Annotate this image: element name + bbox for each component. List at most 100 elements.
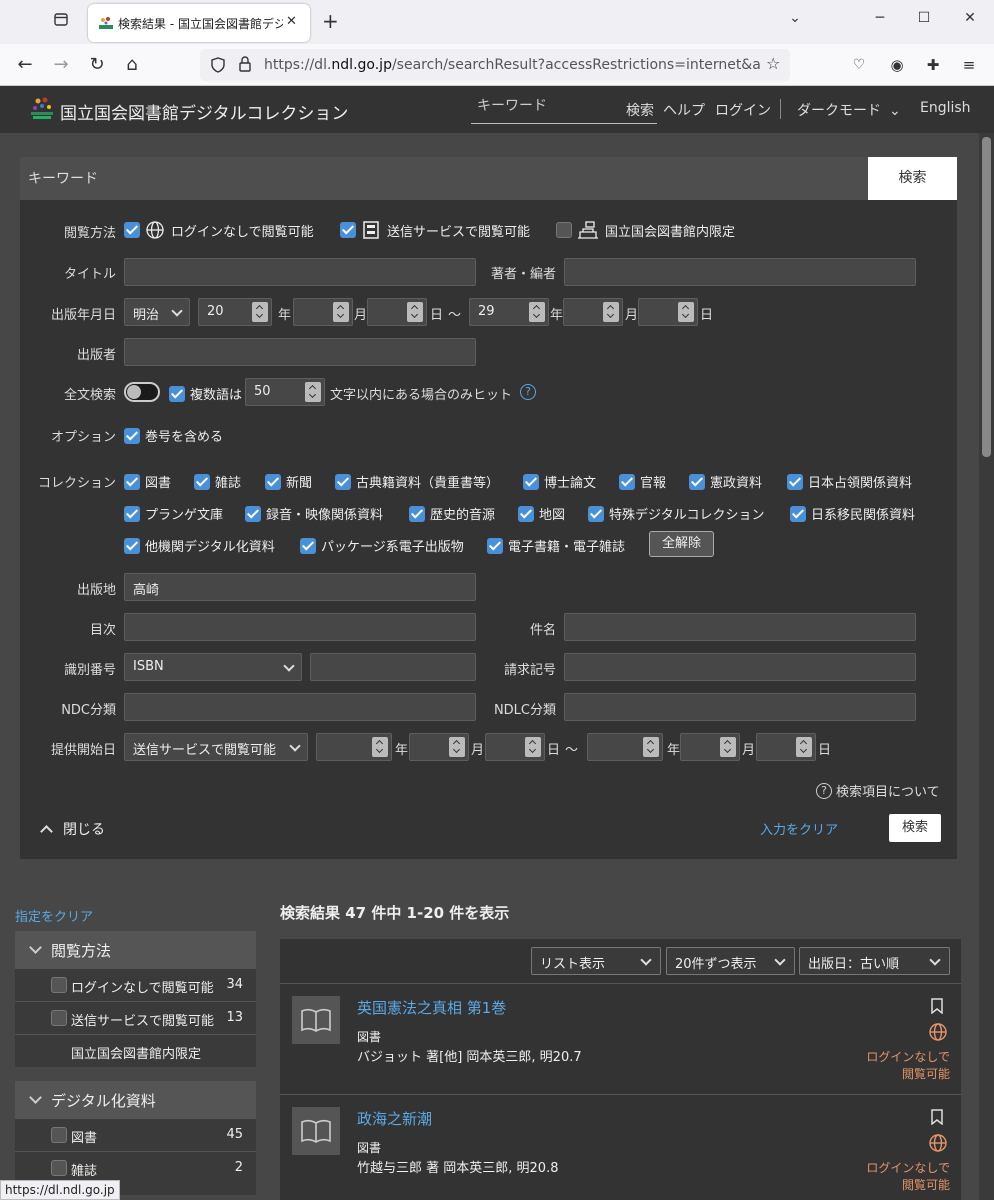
checkbox[interactable]	[340, 222, 356, 238]
clear-filters-link[interactable]: 指定をクリア	[15, 906, 93, 925]
checkbox[interactable]	[51, 977, 67, 993]
pocket-icon[interactable]: ♡	[848, 54, 870, 76]
shield-icon[interactable]	[210, 57, 226, 73]
header-search-button[interactable]: 検索	[626, 100, 654, 120]
minimize-icon[interactable]: ─	[870, 10, 890, 26]
site-title[interactable]: 国立国会図書館デジタルコレクション	[60, 99, 348, 124]
subject-input[interactable]	[564, 613, 916, 641]
facet-item[interactable]: ログインなしで閲覧可能 34	[15, 968, 256, 1001]
spinner-icon[interactable]	[407, 302, 423, 322]
checkbox[interactable]	[790, 505, 806, 522]
keyword-input[interactable]	[20, 157, 868, 200]
forward-icon[interactable]: →	[50, 54, 72, 76]
checkbox[interactable]	[124, 222, 140, 238]
extensions-icon[interactable]: ✚	[922, 54, 944, 76]
about-fields-link[interactable]: ? 検索項目について	[816, 781, 940, 800]
ndlc-input[interactable]	[564, 693, 916, 721]
per-page-select[interactable]: 20件ずつ表示	[666, 947, 795, 975]
maximize-icon[interactable]: ☐	[914, 10, 934, 26]
access-ndl-only-checkbox[interactable]: 国立国会図書館内限定	[556, 220, 735, 240]
collection-checkbox[interactable]: 地図	[518, 504, 565, 523]
collection-checkbox[interactable]: 憲政資料	[689, 472, 762, 491]
collection-checkbox[interactable]: 博士論文	[523, 472, 596, 491]
menu-icon[interactable]: ≡	[958, 54, 980, 76]
view-mode-select[interactable]: リスト表示	[531, 947, 661, 975]
bookmark-icon[interactable]	[931, 998, 943, 1014]
to-year-input[interactable]: 29	[469, 298, 549, 326]
checkbox[interactable]	[787, 473, 803, 490]
bookmark-star-icon[interactable]: ☆	[766, 54, 780, 73]
result-title-link[interactable]: 政海之新潮	[357, 1108, 432, 1129]
access-internet-checkbox[interactable]: ログインなしで閲覧可能	[124, 220, 314, 240]
toc-input[interactable]	[124, 613, 476, 641]
checkbox[interactable]	[487, 537, 503, 554]
from-month-input[interactable]	[293, 298, 353, 326]
provision-to-day-input[interactable]	[756, 733, 816, 761]
clear-all-collections-button[interactable]: 全解除	[649, 531, 714, 557]
to-month-input[interactable]	[563, 298, 623, 326]
collection-checkbox[interactable]: 録音・映像関係資料	[245, 504, 383, 523]
clear-input-link[interactable]: 入力をクリア	[760, 819, 838, 838]
english-link[interactable]: English	[920, 100, 971, 116]
provision-from-year-input[interactable]	[316, 733, 392, 761]
help-link[interactable]: ヘルプ	[663, 100, 705, 120]
spinner-icon[interactable]	[643, 737, 659, 757]
facet-access-header[interactable]: 閲覧方法	[15, 931, 256, 968]
browser-tab-active[interactable]: 検索結果 - 国立国会図書館デジタ ✕	[88, 4, 310, 42]
close-tab-icon[interactable]: ✕	[286, 14, 297, 29]
spinner-icon[interactable]	[678, 302, 694, 322]
url-text[interactable]: https://dl.ndl.go.jp/search/searchResult…	[264, 57, 760, 73]
checkbox[interactable]	[194, 473, 210, 490]
pub-place-input[interactable]: 高崎	[124, 573, 476, 601]
checkbox[interactable]	[556, 222, 572, 238]
checkbox[interactable]	[619, 473, 635, 490]
publisher-input[interactable]	[124, 338, 476, 366]
include-volume-checkbox[interactable]: 巻号を含める	[124, 426, 223, 445]
collection-checkbox[interactable]: 雑誌	[194, 472, 241, 491]
facet-digital-header[interactable]: デジタル化資料	[15, 1081, 256, 1118]
collection-checkbox[interactable]: 特殊デジタルコレクション	[588, 504, 764, 523]
book-icon[interactable]	[292, 1107, 340, 1155]
checkbox[interactable]	[51, 1127, 67, 1143]
back-icon[interactable]: ←	[14, 54, 36, 76]
ndc-input[interactable]	[124, 693, 476, 721]
spinner-icon[interactable]	[525, 737, 541, 757]
from-day-input[interactable]	[367, 298, 427, 326]
from-year-input[interactable]: 20	[198, 298, 272, 326]
page-scrollbar[interactable]	[979, 133, 994, 1200]
dark-mode-toggle[interactable]: ダークモード ⌄	[797, 100, 901, 120]
help-icon[interactable]: ?	[520, 384, 536, 400]
checkbox[interactable]	[523, 473, 539, 490]
spinner-icon[interactable]	[529, 302, 545, 322]
keyword-search-button[interactable]: 検索	[868, 157, 957, 200]
checkbox[interactable]	[335, 473, 351, 490]
collection-checkbox[interactable]: 官報	[619, 472, 666, 491]
checkbox[interactable]	[169, 385, 185, 402]
reload-icon[interactable]: ↻	[86, 54, 108, 76]
checkbox[interactable]	[265, 473, 281, 490]
checkbox[interactable]	[300, 537, 316, 554]
spinner-icon[interactable]	[372, 737, 388, 757]
sort-select[interactable]: 出版日：古い順	[799, 947, 950, 975]
login-link[interactable]: ログイン	[715, 100, 771, 120]
provision-to-year-input[interactable]	[587, 733, 663, 761]
home-icon[interactable]: ⌂	[121, 54, 143, 76]
checkbox[interactable]	[124, 473, 140, 490]
era-select[interactable]: 明治	[124, 298, 190, 326]
collection-checkbox[interactable]: 図書	[124, 472, 171, 491]
account-icon[interactable]: ◉	[886, 54, 908, 76]
spinner-icon[interactable]	[252, 302, 268, 322]
provision-to-month-input[interactable]	[680, 733, 740, 761]
book-icon[interactable]	[292, 996, 340, 1044]
collection-checkbox[interactable]: 日本占領関係資料	[787, 472, 912, 491]
collection-checkbox[interactable]: パッケージ系電子出版物	[300, 536, 464, 555]
bottom-search-button[interactable]: 検索	[889, 814, 941, 842]
spinner-icon[interactable]	[305, 382, 321, 402]
close-window-icon[interactable]: ✕	[960, 10, 980, 26]
identifier-type-select[interactable]: ISBN	[124, 653, 302, 681]
provision-from-month-input[interactable]	[409, 733, 469, 761]
provision-from-day-input[interactable]	[485, 733, 545, 761]
collection-checkbox[interactable]: 新聞	[265, 472, 312, 491]
checkbox[interactable]	[689, 473, 705, 490]
checkbox[interactable]	[124, 537, 140, 554]
